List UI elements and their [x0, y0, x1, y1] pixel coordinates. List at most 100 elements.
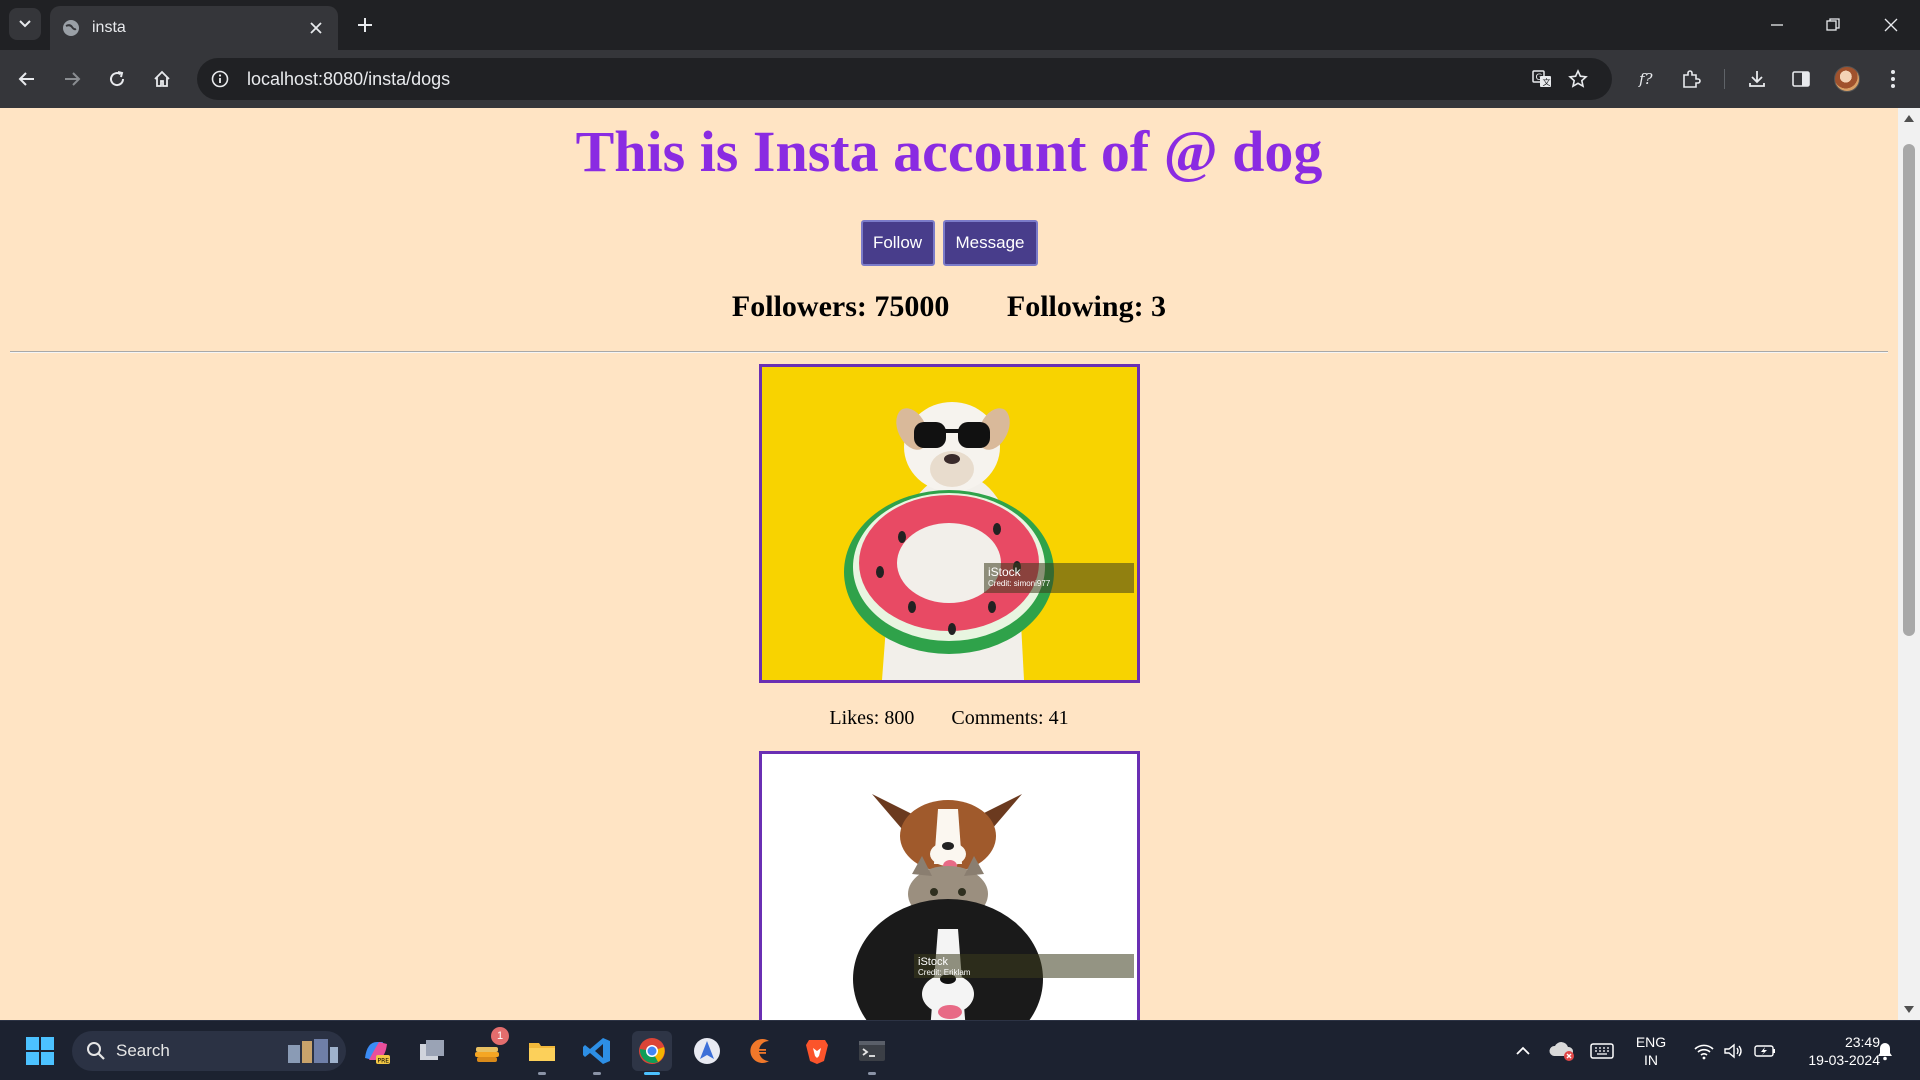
touch-keyboard-button[interactable] — [1582, 1031, 1622, 1071]
tab-strip: insta — [0, 0, 1920, 50]
message-button[interactable]: Message — [942, 220, 1038, 266]
url-text: localhost:8080/insta/dogs — [247, 68, 451, 89]
eclipse-icon — [750, 1039, 769, 1063]
browser-tab[interactable]: insta — [50, 6, 338, 50]
close-window-button[interactable] — [1876, 10, 1906, 40]
extensions-button[interactable] — [1676, 64, 1706, 94]
page-viewport: This is Insta account of @ dog Follow Me… — [0, 108, 1920, 1020]
copilot-app[interactable]: PRE — [356, 1031, 396, 1071]
region-code: IN — [1644, 1052, 1658, 1068]
input-language[interactable]: ENG IN — [1630, 1033, 1672, 1069]
copilot-icon: PRE — [365, 1042, 390, 1065]
puzzle-icon — [1683, 70, 1701, 88]
page-title: This is Insta account of @ dog — [575, 119, 1323, 184]
chrome-app[interactable] — [632, 1031, 672, 1075]
more-vertical-icon — [1891, 70, 1895, 88]
downloads-button[interactable] — [1742, 64, 1772, 94]
post-image-dog-sunglasses[interactable]: iStock Credit: simoni977 — [759, 364, 1140, 683]
minimize-button[interactable] — [1762, 10, 1792, 40]
watermark-brand: iStock — [918, 956, 948, 968]
reload-icon — [110, 71, 125, 87]
running-indicator — [868, 1072, 876, 1075]
scroll-thumb[interactable] — [1903, 144, 1915, 636]
formula-extension-button[interactable]: f? — [1632, 64, 1662, 94]
side-panel-button[interactable] — [1786, 64, 1816, 94]
onedrive-tray-icon[interactable] — [1542, 1031, 1582, 1071]
browser-toolbar: localhost:8080/insta/dogs G文 f? — [0, 50, 1920, 108]
clock-time: 23:49 — [1844, 1034, 1880, 1050]
caret-down-icon — [1904, 1006, 1914, 1013]
vscode-icon — [583, 1038, 610, 1064]
browser-menu-button[interactable] — [1878, 64, 1908, 94]
clock-date: 19-03-2024 — [1808, 1052, 1880, 1068]
file-explorer-app[interactable] — [522, 1031, 562, 1075]
terminal-app[interactable] — [852, 1031, 892, 1075]
stacked-pets-illustration — [762, 754, 1137, 1020]
toolbar-divider — [1724, 69, 1725, 89]
home-icon — [154, 70, 170, 87]
arrow-left-icon — [18, 72, 34, 86]
notifications-button[interactable] — [1868, 1031, 1902, 1071]
svg-text:f?: f? — [1638, 70, 1654, 88]
android-studio-app[interactable] — [687, 1031, 727, 1071]
new-tab-button[interactable] — [352, 12, 378, 38]
show-hidden-icons-button[interactable] — [1503, 1031, 1543, 1071]
task-view-app[interactable] — [412, 1031, 452, 1071]
forward-button[interactable] — [57, 64, 87, 94]
restore-button[interactable] — [1818, 10, 1848, 40]
search-placeholder: Search — [116, 1041, 170, 1060]
tab-search-button[interactable] — [9, 8, 41, 40]
running-indicator — [644, 1072, 660, 1075]
close-icon — [1884, 18, 1898, 32]
chevron-down-icon — [19, 20, 31, 28]
watermark-credit: Credit: simoni977 — [988, 579, 1051, 588]
followers-count: Followers: 75000 — [731, 290, 950, 323]
scroll-up-arrow[interactable] — [1903, 112, 1915, 124]
eclipse-app[interactable] — [742, 1031, 782, 1071]
quick-settings-button[interactable] — [1680, 1031, 1790, 1071]
tab-close-button[interactable] — [306, 18, 326, 38]
task-view-icon — [420, 1040, 444, 1060]
bookmark-button[interactable] — [1563, 64, 1593, 94]
function-icon: f? — [1638, 70, 1654, 88]
likes-count: Likes: 800 — [829, 707, 915, 729]
svg-text:文: 文 — [1543, 77, 1551, 87]
messaging-app[interactable]: 1 — [467, 1027, 509, 1071]
globe-icon — [63, 20, 79, 36]
back-button[interactable] — [12, 64, 42, 94]
brave-app[interactable] — [797, 1031, 837, 1071]
reload-button[interactable] — [102, 64, 132, 94]
terminal-icon — [859, 1041, 885, 1061]
arrow-right-icon — [65, 72, 81, 86]
scroll-down-arrow[interactable] — [1903, 1004, 1915, 1016]
post-image-stacked-pets[interactable]: iStock Credit: Eriklam — [759, 751, 1140, 1020]
follow-button[interactable]: Follow — [860, 220, 935, 266]
following-count: Following: 3 — [1006, 290, 1167, 323]
language-code: ENG — [1635, 1034, 1667, 1050]
svg-text:PRE: PRE — [378, 1058, 390, 1065]
battery-charging-icon — [1754, 1045, 1775, 1057]
profile-avatar[interactable] — [1834, 66, 1860, 92]
watermark-brand: iStock — [988, 565, 1021, 579]
comments-count: Comments: 41 — [951, 707, 1069, 729]
star-icon — [1568, 69, 1588, 88]
plus-icon — [358, 18, 372, 32]
side-panel-icon — [1792, 71, 1810, 87]
taskbar-search[interactable]: Search — [72, 1031, 346, 1071]
address-bar[interactable]: localhost:8080/insta/dogs G文 — [197, 58, 1612, 100]
watermark-credit: Credit: Eriklam — [918, 968, 971, 977]
wifi-icon — [1694, 1044, 1714, 1060]
home-button[interactable] — [147, 64, 177, 94]
translate-button[interactable]: G文 — [1527, 64, 1557, 94]
site-info-button[interactable] — [205, 64, 235, 94]
brave-lion-icon — [806, 1040, 828, 1064]
running-indicator — [593, 1072, 601, 1075]
clock[interactable]: 23:49 19-03-2024 — [1784, 1033, 1880, 1069]
translate-icon: G文 — [1532, 70, 1551, 87]
page-scrollbar[interactable] — [1898, 108, 1920, 1020]
vscode-app[interactable] — [577, 1031, 617, 1075]
start-button[interactable] — [20, 1031, 60, 1071]
restore-icon — [1826, 18, 1840, 31]
divider — [10, 351, 1888, 353]
search-highlight-icon — [288, 1039, 338, 1063]
